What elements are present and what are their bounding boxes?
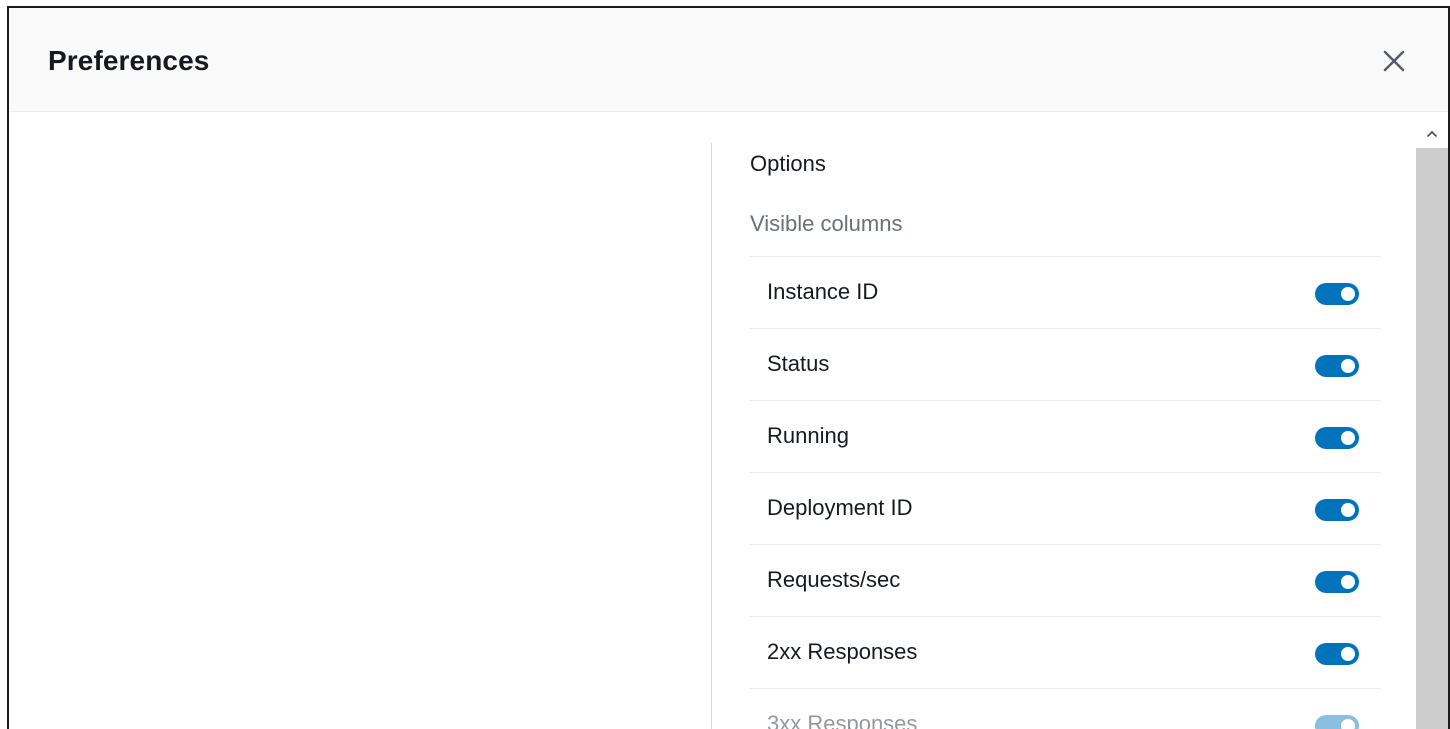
status-toggle[interactable]: [1315, 355, 1359, 377]
pane-divider: [711, 143, 712, 729]
column-row-requests-sec: Requests/sec: [749, 545, 1381, 617]
toggle-knob: [1341, 287, 1355, 301]
column-row-3xx-responses: 3xx Responses: [749, 689, 1381, 729]
options-title: Options: [750, 151, 826, 176]
requests-sec-toggle[interactable]: [1315, 571, 1359, 593]
visible-columns-list: Instance ID Status Running Deployment ID…: [749, 256, 1381, 729]
column-row-status: Status: [749, 329, 1381, 401]
column-row-instance-id: Instance ID: [749, 257, 1381, 329]
column-label: 2xx Responses: [767, 639, 918, 664]
dialog-header: Preferences: [9, 8, 1448, 112]
toggle-knob: [1341, 719, 1355, 729]
column-label: Deployment ID: [767, 495, 913, 520]
column-row-running: Running: [749, 401, 1381, 473]
toggle-knob: [1341, 431, 1355, 445]
column-label: Requests/sec: [767, 567, 901, 592]
toggle-knob: [1341, 503, 1355, 517]
toggle-knob: [1341, 359, 1355, 373]
chevron-up-icon: [1426, 130, 1438, 138]
instance-id-toggle[interactable]: [1315, 283, 1359, 305]
options-pane: Options Visible columns Instance ID Stat…: [747, 113, 1381, 729]
column-row-deployment-id: Deployment ID: [749, 473, 1381, 545]
toggle-knob: [1341, 647, 1355, 661]
column-row-2xx-responses: 2xx Responses: [749, 617, 1381, 689]
dialog-body: Options Visible columns Instance ID Stat…: [9, 113, 1448, 729]
column-label: Status: [767, 351, 830, 376]
visible-columns-label: Visible columns: [750, 211, 903, 236]
2xx-responses-toggle[interactable]: [1315, 643, 1359, 665]
close-button[interactable]: [1378, 45, 1410, 77]
column-label: 3xx Responses: [767, 711, 918, 729]
close-icon: [1383, 50, 1405, 72]
left-pane: [9, 113, 709, 729]
toggle-knob: [1341, 575, 1355, 589]
deployment-id-toggle[interactable]: [1315, 499, 1359, 521]
3xx-responses-toggle[interactable]: [1315, 715, 1359, 729]
dialog-title: Preferences: [48, 45, 210, 76]
preferences-dialog: Preferences Options Visible columns Inst…: [7, 6, 1450, 729]
scroll-thumb[interactable]: [1416, 148, 1448, 729]
column-label: Instance ID: [767, 279, 879, 304]
column-label: Running: [767, 423, 849, 448]
running-toggle[interactable]: [1315, 427, 1359, 449]
vertical-scrollbar[interactable]: [1416, 113, 1448, 729]
scroll-up-button[interactable]: [1416, 121, 1448, 147]
